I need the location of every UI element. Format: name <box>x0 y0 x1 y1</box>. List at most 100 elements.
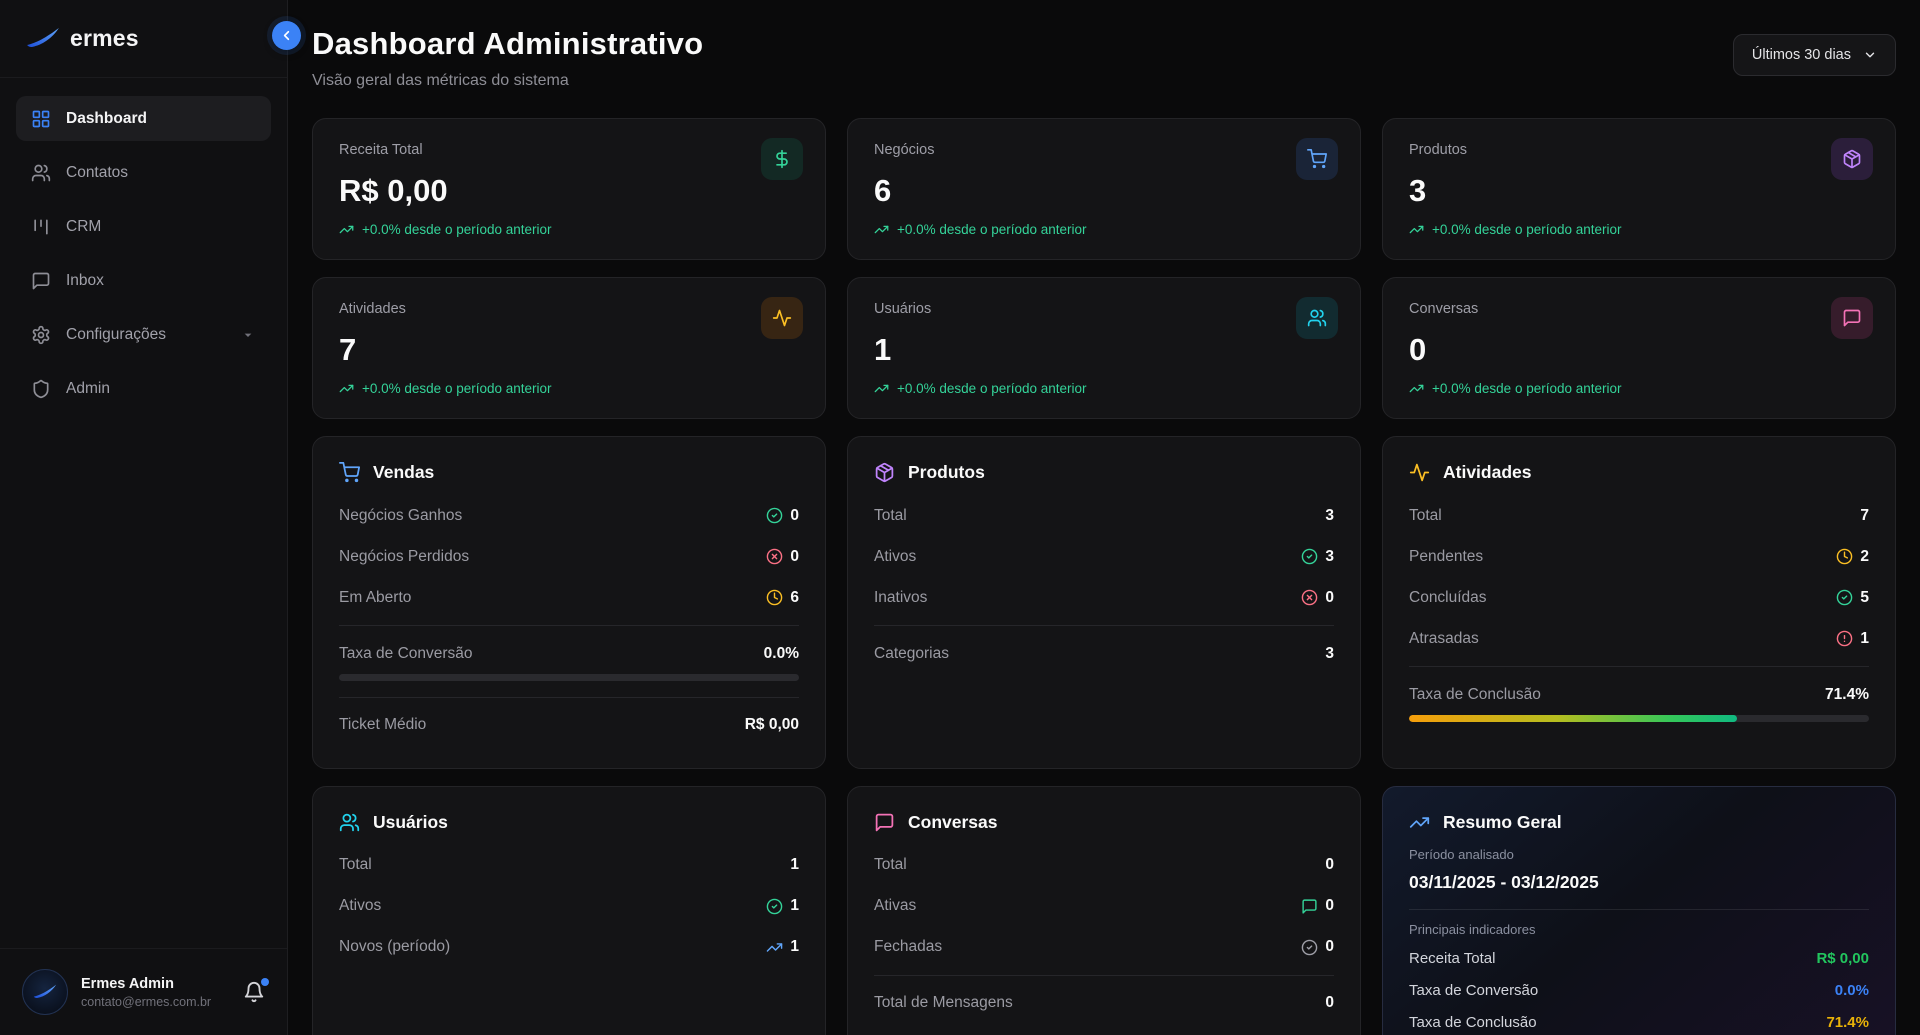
card-conversas: Conversas Total 0 Ativas 0 Fechadas 0 To… <box>847 786 1361 1035</box>
divider <box>339 697 799 698</box>
stat-value: 0 <box>1409 332 1869 368</box>
metric-row: Total 3 <box>874 495 1334 536</box>
metric-row: Categorias 3 <box>874 633 1334 674</box>
dollar-icon <box>761 138 803 180</box>
alert-circle-icon <box>1836 630 1853 647</box>
metric-row: Ativas 0 <box>874 886 1334 927</box>
message-icon <box>874 812 895 833</box>
clock-icon <box>766 589 783 606</box>
trending-up-icon <box>874 222 889 237</box>
sidebar-item-label: Admin <box>66 380 110 398</box>
users-icon <box>339 812 360 833</box>
metric-row: Pendentes 2 <box>1409 536 1869 577</box>
stat-trend: +0.0% desde o período anterior <box>1409 222 1869 237</box>
detail-grid-bottom: Usuários Total 1 Ativos 1 Novos (período… <box>312 786 1896 1035</box>
trending-up-icon <box>766 939 783 956</box>
stat-card-atividades: Atividades 7 +0.0% desde o período anter… <box>312 277 826 419</box>
divider <box>874 625 1334 626</box>
page-subtitle: Visão geral das métricas do sistema <box>312 72 703 90</box>
divider <box>874 975 1334 976</box>
metric-row: Negócios Perdidos 0 <box>339 536 799 577</box>
divider <box>1409 909 1869 910</box>
card-usuarios: Usuários Total 1 Ativos 1 Novos (período… <box>312 786 826 1035</box>
stat-label: Atividades <box>339 301 799 317</box>
sidebar-item-label: Contatos <box>66 164 128 182</box>
sidebar-item-crm[interactable]: CRM <box>16 204 271 249</box>
stat-label: Negócios <box>874 142 1334 158</box>
trending-up-icon <box>339 381 354 396</box>
period-label: Período analisado <box>1409 847 1869 862</box>
page-title: Dashboard Administrativo <box>312 26 703 62</box>
user-email: contato@ermes.com.br <box>81 995 211 1009</box>
avatar-wing-icon <box>33 984 57 1000</box>
stat-card-usuarios: Usuários 1 +0.0% desde o período anterio… <box>847 277 1361 419</box>
package-icon <box>874 462 895 483</box>
metric-row: Total de Mensagens 0 <box>874 983 1334 1024</box>
metric-row: Novos (período) 1 <box>339 927 799 968</box>
period-select[interactable]: Últimos 30 dias <box>1733 34 1896 76</box>
message-icon <box>1831 297 1873 339</box>
message-icon <box>1301 898 1318 915</box>
sidebar-item-inbox[interactable]: Inbox <box>16 258 271 303</box>
kanban-icon <box>31 217 51 237</box>
period-select-value: Últimos 30 dias <box>1752 47 1851 63</box>
stat-trend: +0.0% desde o período anterior <box>874 381 1334 396</box>
stat-label: Conversas <box>1409 301 1869 317</box>
metric-row: Total 1 <box>339 845 799 886</box>
completion-row: Taxa de Conclusão 71.4% <box>1409 674 1869 704</box>
card-title: Conversas <box>908 812 998 833</box>
metric-row: Ativos 3 <box>874 536 1334 577</box>
sidebar-item-configuracoes[interactable]: Configurações <box>16 312 271 357</box>
card-title: Atividades <box>1443 462 1532 483</box>
stat-card-receita-total: Receita Total R$ 0,00 +0.0% desde o perí… <box>312 118 826 260</box>
chevron-down-icon <box>1863 48 1877 62</box>
package-icon <box>1831 138 1873 180</box>
message-square-icon <box>31 271 51 291</box>
avatar[interactable] <box>22 969 68 1015</box>
completion-progress-track <box>1409 715 1869 722</box>
chevron-left-icon <box>279 28 294 43</box>
card-vendas: Vendas Negócios Ganhos 0 Negócios Perdid… <box>312 436 826 769</box>
card-title: Vendas <box>373 462 434 483</box>
cart-icon <box>1296 138 1338 180</box>
cart-icon <box>339 462 360 483</box>
sidebar-item-contatos[interactable]: Contatos <box>16 150 271 195</box>
sidebar-item-label: Inbox <box>66 272 104 290</box>
sidebar-item-dashboard[interactable]: Dashboard <box>16 96 271 141</box>
user-name: Ermes Admin <box>81 976 211 992</box>
logo-wing-icon <box>26 27 60 50</box>
trending-up-icon <box>1409 812 1430 833</box>
trending-up-icon <box>339 222 354 237</box>
metric-row: Negócios Ganhos 0 <box>339 495 799 536</box>
conversion-row: Taxa de Conversão 0.0% <box>339 633 799 663</box>
sidebar: ermes Dashboard Contatos CRM Inbox Confi… <box>0 0 288 1035</box>
card-atividades: Atividades Total 7 Pendentes 2 Concluída… <box>1382 436 1896 769</box>
stat-value: R$ 0,00 <box>339 173 799 209</box>
users-icon <box>1296 297 1338 339</box>
stat-trend: +0.0% desde o período anterior <box>339 381 799 396</box>
page-header: Dashboard Administrativo Visão geral das… <box>312 26 1896 90</box>
layout-grid-icon <box>31 109 51 129</box>
stat-card-produtos: Produtos 3 +0.0% desde o período anterio… <box>1382 118 1896 260</box>
x-circle-icon <box>766 548 783 565</box>
ticket-row: Ticket Médio R$ 0,00 <box>339 705 799 746</box>
indicator-row: Taxa de Conversão 0.0% <box>1409 975 1869 1007</box>
stat-trend: +0.0% desde o período anterior <box>1409 381 1869 396</box>
metric-row: Total 7 <box>1409 495 1869 536</box>
indicator-row: Receita Total R$ 0,00 <box>1409 943 1869 975</box>
metric-row: Inativos 0 <box>874 577 1334 618</box>
period-value: 03/11/2025 - 03/12/2025 <box>1409 872 1869 893</box>
sidebar-nav: Dashboard Contatos CRM Inbox Configuraçõ… <box>0 78 287 948</box>
user-profile[interactable]: Ermes Admin contato@ermes.com.br <box>0 948 287 1035</box>
notifications-button[interactable] <box>243 981 265 1003</box>
card-title: Resumo Geral <box>1443 812 1562 833</box>
main-content: Dashboard Administrativo Visão geral das… <box>288 0 1920 1035</box>
activity-icon <box>1409 462 1430 483</box>
stat-trend: +0.0% desde o período anterior <box>874 222 1334 237</box>
metric-row: Fechadas 0 <box>874 927 1334 968</box>
stat-value: 7 <box>339 332 799 368</box>
collapse-sidebar-button[interactable] <box>272 21 301 50</box>
sidebar-item-admin[interactable]: Admin <box>16 366 271 411</box>
trending-up-icon <box>874 381 889 396</box>
card-title: Usuários <box>373 812 448 833</box>
